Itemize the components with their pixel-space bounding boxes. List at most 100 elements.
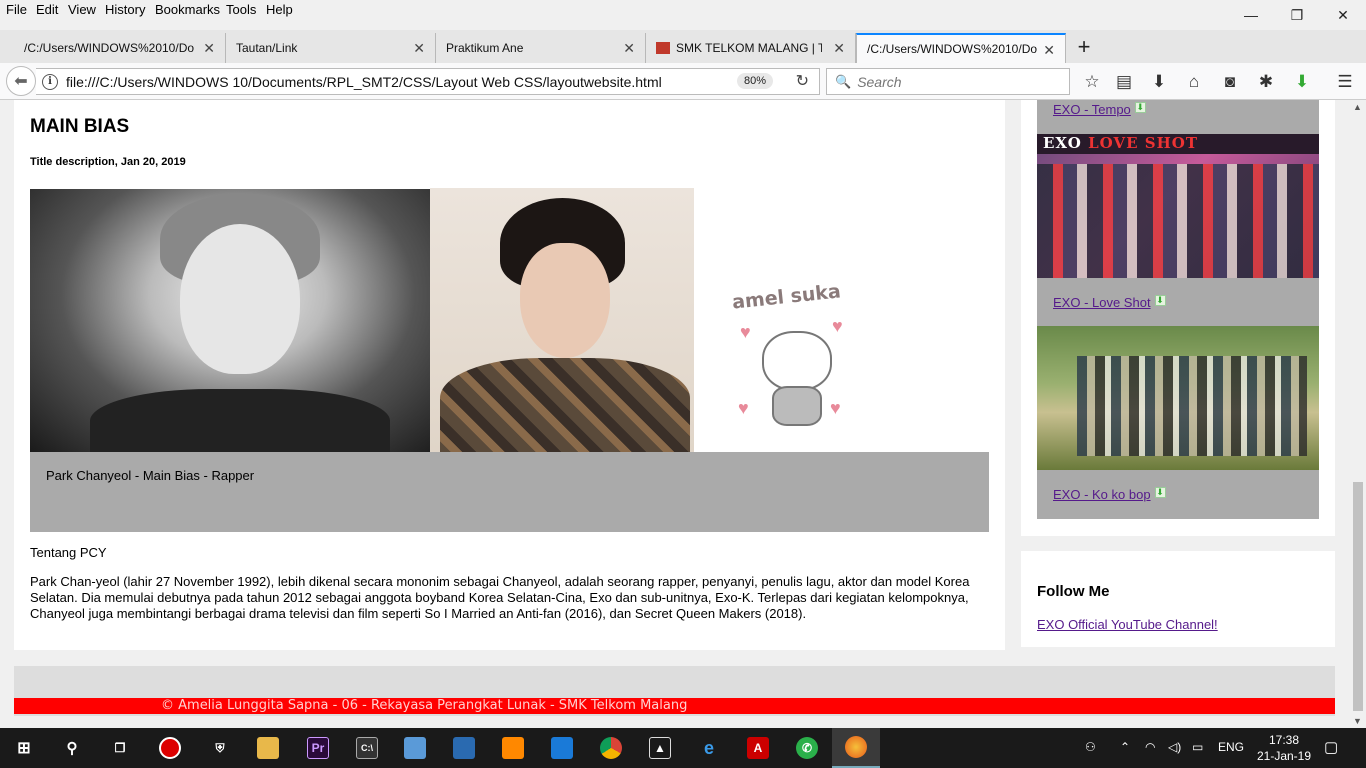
close-icon[interactable]: ✕: [833, 40, 845, 57]
scroll-down-icon[interactable]: ▼: [1353, 716, 1362, 726]
vscode-icon: [551, 737, 573, 759]
love-shot-thumbnail[interactable]: EXO LOVE SHOT: [1037, 134, 1319, 278]
defender-app[interactable]: ⛨: [196, 728, 244, 768]
chrome-app[interactable]: [587, 728, 635, 768]
scroll-up-icon[interactable]: ▲: [1353, 102, 1362, 112]
footer-bar: © Amelia Lunggita Sapna - 06 - Rekayasa …: [14, 698, 1335, 714]
close-icon[interactable]: ✕: [623, 40, 635, 57]
youtube-channel-link[interactable]: EXO Official YouTube Channel!: [1037, 617, 1218, 632]
shield-icon: ⛨: [215, 740, 225, 755]
wifi-icon[interactable]: ◠: [1145, 740, 1155, 754]
tab-title: /C:/Users/WINDOWS%2010/Doc: [867, 42, 1037, 56]
acrobat-app[interactable]: A: [734, 728, 782, 768]
cat-sticker-image: amel suka ♥ ♥ ♥ ♥: [731, 280, 857, 436]
back-arrow-icon[interactable]: ⬅: [6, 66, 36, 96]
reload-icon[interactable]: ↻: [796, 71, 809, 91]
url-bar[interactable]: i file:///C:/Users/WINDOWS 10/Documents/…: [36, 68, 820, 95]
heart-icon: ♥: [738, 398, 749, 418]
menu-view[interactable]: View: [68, 2, 96, 17]
start-button[interactable]: ⊞: [0, 728, 48, 768]
premiere-app[interactable]: Pr: [294, 728, 342, 768]
download-helper-icon[interactable]: ⬇: [1290, 70, 1314, 94]
close-icon[interactable]: ✕: [413, 40, 425, 57]
url-text: file:///C:/Users/WINDOWS 10/Documents/RP…: [66, 73, 662, 90]
close-icon[interactable]: ✕: [1043, 42, 1055, 59]
edge-app[interactable]: e: [685, 728, 733, 768]
zoom-indicator[interactable]: 80%: [736, 73, 773, 89]
tab-title: Tautan/Link: [236, 41, 298, 55]
firefox-app[interactable]: [832, 728, 880, 768]
sticker-text: amel suka: [731, 280, 842, 314]
bookmark-star-icon[interactable]: ☆: [1080, 70, 1104, 94]
cmd-app[interactable]: C:\: [343, 728, 391, 768]
task-view-icon: ❐: [114, 741, 126, 755]
nav-bar: ⬅ i file:///C:/Users/WINDOWS 10/Document…: [0, 63, 1366, 100]
banner-word-love-shot: LOVE SHOT: [1088, 134, 1198, 152]
menu-bookmarks[interactable]: Bookmarks: [155, 2, 220, 17]
home-icon[interactable]: ⌂: [1182, 70, 1206, 94]
menu-history[interactable]: History: [105, 2, 145, 17]
language-indicator[interactable]: ENG: [1218, 740, 1244, 754]
photos-app[interactable]: ▲: [636, 728, 684, 768]
pocket-icon[interactable]: ◙: [1218, 70, 1242, 94]
photo-face: [180, 224, 300, 374]
link-exo-love-shot[interactable]: EXO - Love Shot ⬇: [1053, 295, 1166, 310]
ko-ko-bop-thumbnail[interactable]: [1037, 326, 1319, 470]
notifications-icon[interactable]: ▢: [1324, 738, 1338, 756]
premiere-icon: Pr: [307, 737, 329, 759]
whatsapp-app[interactable]: ✆: [783, 728, 831, 768]
minimize-button[interactable]: —: [1228, 0, 1274, 30]
chevron-up-icon[interactable]: ⌃: [1120, 740, 1130, 754]
photo-shirt: [440, 358, 690, 452]
link-exo-ko-ko-bop[interactable]: EXO - Ko ko bop ⬇: [1053, 487, 1166, 502]
info-icon[interactable]: i: [42, 73, 58, 90]
download-icon[interactable]: ⬇: [1147, 70, 1171, 94]
tab-smk-telkom[interactable]: SMK TELKOM MALANG | Th ✕: [646, 33, 856, 63]
caption-box: Park Chanyeol - Main Bias - Rapper: [30, 452, 989, 532]
close-icon[interactable]: ✕: [203, 40, 215, 57]
search-icon: 🔍: [835, 73, 852, 89]
close-window-button[interactable]: ✕: [1320, 0, 1366, 30]
tab-local-file-active[interactable]: /C:/Users/WINDOWS%2010/Doc ✕: [856, 33, 1066, 63]
cat-body: [772, 386, 822, 426]
link-label: EXO - Ko ko bop: [1053, 487, 1151, 502]
window-controls: — ❐ ✕: [1228, 0, 1366, 30]
scrollbar-thumb[interactable]: [1353, 482, 1363, 711]
people-icon[interactable]: ⚇: [1085, 740, 1096, 754]
xampp-app[interactable]: [489, 728, 537, 768]
footer-copyright: © Amelia Lunggita Sapna - 06 - Rekayasa …: [161, 698, 688, 713]
search-input[interactable]: [857, 73, 1058, 90]
clock-time: 17:38: [1268, 733, 1300, 747]
menu-tools[interactable]: Tools: [226, 2, 256, 17]
restore-button[interactable]: ❐: [1274, 0, 1320, 30]
menu-help[interactable]: Help: [266, 2, 293, 17]
banner-word-exo: EXO: [1043, 134, 1082, 152]
recorder-app[interactable]: [146, 728, 194, 768]
tab-tautan-link[interactable]: Tautan/Link ✕: [226, 33, 436, 63]
clock[interactable]: 17:38 21-Jan-19: [1254, 732, 1314, 764]
extension-icon[interactable]: ✱: [1254, 70, 1278, 94]
tab-praktikum-ane[interactable]: Praktikum Ane ✕: [436, 33, 646, 63]
3d-app[interactable]: [391, 728, 439, 768]
virtualbox-app[interactable]: [440, 728, 488, 768]
cube-icon: [404, 737, 426, 759]
vertical-scrollbar[interactable]: ▲ ▼: [1350, 100, 1366, 728]
tab-local-file-1[interactable]: /C:/Users/WINDOWS%2010/Doc ✕: [14, 33, 226, 63]
tab-title: Praktikum Ane: [446, 41, 524, 55]
vscode-app[interactable]: [538, 728, 586, 768]
hamburger-menu-icon[interactable]: ☰: [1333, 70, 1357, 94]
link-exo-tempo[interactable]: EXO - Tempo ⬇: [1053, 102, 1146, 117]
menu-file[interactable]: File: [6, 2, 27, 17]
chanyeol-bw-photo: [30, 189, 430, 452]
follow-card: Follow Me EXO Official YouTube Channel!: [1021, 551, 1335, 647]
menu-edit[interactable]: Edit: [36, 2, 58, 17]
task-view-button[interactable]: ❐: [96, 728, 144, 768]
search-taskbar-button[interactable]: ⚲: [48, 728, 96, 768]
search-bar[interactable]: 🔍: [826, 68, 1070, 95]
new-tab-icon[interactable]: +: [1072, 34, 1096, 60]
photo-body: [90, 389, 390, 452]
keyboard-icon[interactable]: ▭: [1192, 740, 1203, 754]
volume-icon[interactable]: ◁): [1168, 740, 1181, 754]
file-explorer-app[interactable]: [244, 728, 292, 768]
reader-view-icon[interactable]: ▤: [1112, 70, 1136, 94]
